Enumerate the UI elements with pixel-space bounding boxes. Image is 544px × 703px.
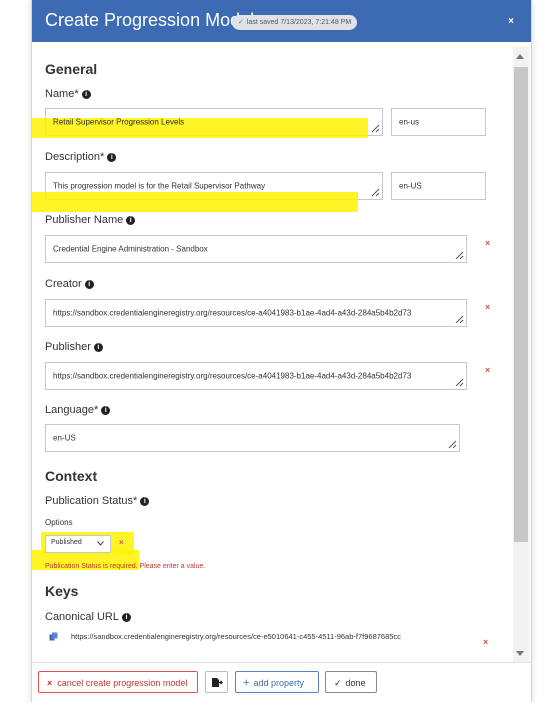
publication-status-select[interactable]: Published <box>45 535 111 553</box>
language-label-text: Language* <box>45 404 99 416</box>
name-label-text: Name* <box>45 88 79 100</box>
creator-input[interactable]: https://sandbox.credentialengineregistry… <box>45 299 467 327</box>
resize-grip-icon[interactable] <box>455 378 464 387</box>
context-heading: Context <box>45 468 98 484</box>
publisher-input[interactable]: https://sandbox.credentialengineregistry… <box>45 362 467 390</box>
last-saved-text: last saved 7/13/2023, 7:21:48 PM <box>246 19 352 26</box>
remove-publisher-button[interactable]: × <box>485 365 490 375</box>
name-input-overlay: Retail Supervisor Progression Levels <box>45 108 383 136</box>
info-icon[interactable]: i <box>121 612 131 622</box>
publisher-name-label-text: Publisher Name <box>45 214 124 226</box>
create-progression-model-dialog: Create Progression Model ✓ last saved 7/1… <box>31 0 532 703</box>
publisher-label-text: Publisher <box>45 341 91 353</box>
publisher-name-label: Publisher Name i <box>45 214 136 226</box>
chevron-down-icon <box>97 541 104 546</box>
check-icon: ✓ <box>334 678 342 688</box>
dialog-header: Create Progression Model ✓ last saved 7/1… <box>32 0 531 42</box>
dialog-scrollbar[interactable] <box>513 47 529 662</box>
info-icon[interactable]: i <box>107 152 117 162</box>
language-input[interactable]: en-US <box>45 424 460 452</box>
description-language-input[interactable]: en-US <box>391 172 486 200</box>
remove-creator-button[interactable]: × <box>485 302 490 312</box>
cancel-button[interactable]: × cancel create progression model <box>38 671 198 693</box>
resize-grip-icon[interactable] <box>371 188 380 197</box>
keys-heading: Keys <box>45 583 79 599</box>
export-button[interactable] <box>205 671 228 693</box>
export-icon <box>212 678 223 687</box>
info-icon[interactable]: i <box>93 342 103 352</box>
add-property-label: add property <box>253 678 304 688</box>
info-icon[interactable]: i <box>84 279 94 289</box>
resize-grip-icon[interactable] <box>455 251 464 260</box>
scroll-up-arrow[interactable] <box>516 54 524 59</box>
copy-icon[interactable] <box>49 632 58 641</box>
name-label: Name* i <box>45 88 91 100</box>
info-icon[interactable]: i <box>140 496 150 506</box>
canonical-url-label-text: Canonical URL <box>45 611 119 623</box>
creator-value: https://sandbox.credentialengineregistry… <box>53 308 412 318</box>
remove-publication-status-button[interactable]: × <box>119 538 124 547</box>
language-value: en-US <box>53 433 76 443</box>
language-label: Language* i <box>45 404 111 416</box>
canonical-url-value: https://sandbox.credentialengineregistry… <box>71 632 401 641</box>
publisher-value: https://sandbox.credentialengineregistry… <box>53 371 412 381</box>
description-highlight <box>32 192 358 212</box>
add-property-button[interactable]: + add property <box>235 671 319 693</box>
name-language-value: en-us <box>399 117 420 127</box>
done-button-label: done <box>345 678 366 688</box>
remove-canonical-url-button[interactable]: × <box>483 637 488 647</box>
done-button[interactable]: ✓ done <box>325 671 377 693</box>
description-language-value: en-US <box>399 181 422 191</box>
info-icon[interactable]: i <box>101 405 111 415</box>
publication-status-label: Publication Status* i <box>45 495 150 507</box>
general-heading: General <box>45 61 98 77</box>
description-label: Description* i <box>45 151 117 163</box>
description-label-text: Description* <box>45 151 105 163</box>
creator-label: Creator i <box>45 278 94 290</box>
publication-status-error: Publication Status is required. Please e… <box>45 563 206 570</box>
publisher-name-value: Credential Engine Administration - Sandb… <box>53 244 208 254</box>
scroll-thumb[interactable] <box>514 67 528 542</box>
options-label: Options <box>45 518 73 527</box>
name-overlay-text: Retail Supervisor Progression Levels <box>53 117 185 127</box>
publisher-name-input[interactable]: Credential Engine Administration - Sandb… <box>45 235 467 263</box>
info-icon[interactable]: i <box>81 89 91 99</box>
plus-icon: + <box>243 677 250 689</box>
close-button[interactable]: × <box>502 13 520 31</box>
publication-status-value: Published <box>51 539 82 546</box>
publication-status-label-text: Publication Status* <box>45 495 138 507</box>
creator-label-text: Creator <box>45 278 82 290</box>
dialog-footer: × cancel create progression model + add pr… <box>32 662 531 703</box>
last-saved-badge: ✓ last saved 7/13/2023, 7:21:48 PM <box>232 15 358 30</box>
info-icon[interactable]: i <box>126 215 136 225</box>
dialog-body[interactable]: General Name*i Retail Supervisor Progres… <box>32 42 531 662</box>
close-icon: × <box>47 678 53 688</box>
cancel-button-label: cancel create progression model <box>57 678 188 688</box>
remove-publisher-name-button[interactable]: × <box>485 238 490 248</box>
resize-grip-icon[interactable] <box>455 315 464 324</box>
dialog-title: Create Progression Model <box>45 10 255 30</box>
canonical-url-label: Canonical URL i <box>45 611 131 623</box>
resize-grip-icon[interactable] <box>448 440 457 449</box>
publisher-label: Publisher i <box>45 341 103 353</box>
scroll-down-arrow[interactable] <box>516 651 524 656</box>
description-input-value: This progression model is for the Retail… <box>53 181 266 191</box>
name-language-input[interactable]: en-us <box>391 108 486 136</box>
check-icon: ✓ <box>238 19 244 26</box>
